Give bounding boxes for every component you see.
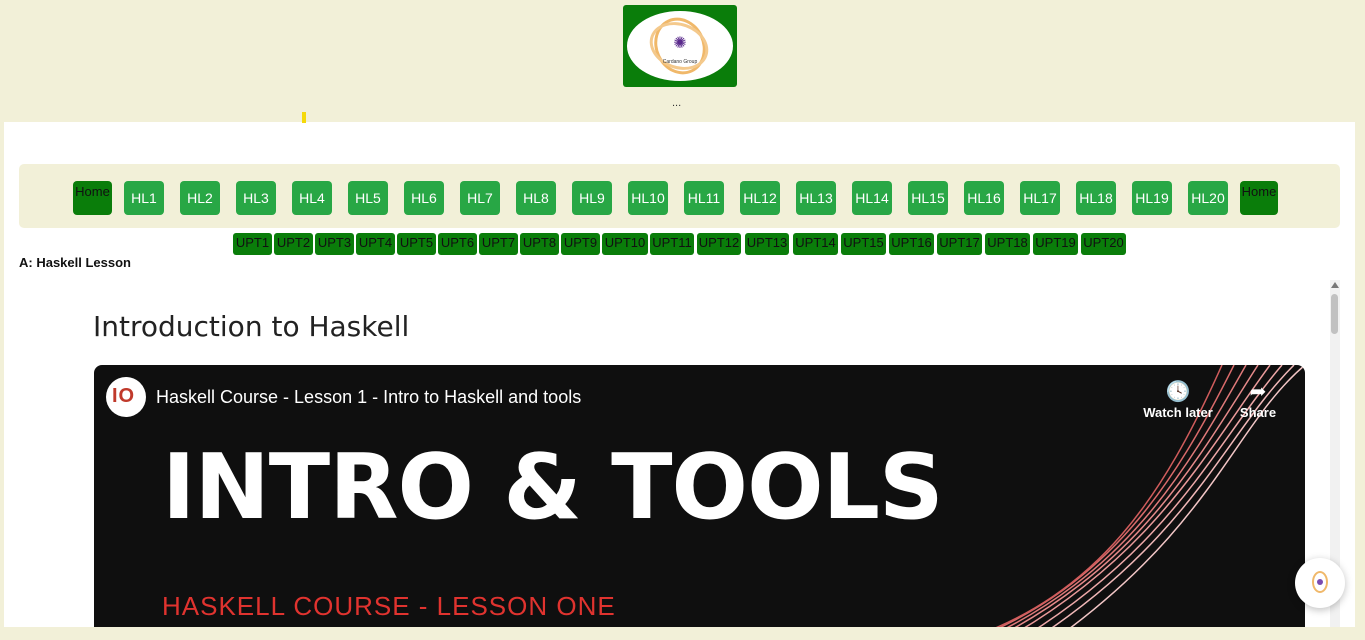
site-header: ✺ Cardano Group ... (4, 0, 1355, 123)
upt5-button[interactable]: UPT5 (397, 233, 436, 255)
upt16-button[interactable]: UPT16 (889, 233, 934, 255)
share-label: Share (1239, 405, 1277, 420)
nav-hl1-button[interactable]: HL1 (124, 181, 164, 215)
video-thumbnail-title: INTRO & TOOLS (162, 435, 944, 540)
nav-hl15-button[interactable]: HL15 (908, 181, 948, 215)
nav-hl13-button[interactable]: HL13 (796, 181, 836, 215)
scroll-up-arrow-icon[interactable] (1331, 282, 1339, 288)
video-player[interactable]: IO Haskell Course - Lesson 1 - Intro to … (94, 365, 1305, 640)
upt20-button[interactable]: UPT20 (1081, 233, 1126, 255)
nav-hl14-button[interactable]: HL14 (852, 181, 892, 215)
clock-icon: 🕓 (1165, 381, 1191, 403)
nav-hl17-button[interactable]: HL17 (1020, 181, 1060, 215)
watch-later-label: Watch later (1143, 405, 1213, 420)
nav-hl5-button[interactable]: HL5 (348, 181, 388, 215)
nav-hl19-button[interactable]: HL19 (1132, 181, 1172, 215)
progress-marker (302, 112, 306, 123)
nav-hl8-button[interactable]: HL8 (516, 181, 556, 215)
nav-hl12-button[interactable]: HL12 (740, 181, 780, 215)
watch-later-button[interactable]: 🕓 Watch later (1138, 379, 1218, 420)
upt19-button[interactable]: UPT19 (1033, 233, 1078, 255)
upt12-button[interactable]: UPT12 (697, 233, 741, 255)
upt8-button[interactable]: UPT8 (520, 233, 559, 255)
upt1-button[interactable]: UPT1 (233, 233, 272, 255)
upt9-button[interactable]: UPT9 (561, 233, 600, 255)
video-title-link[interactable]: Haskell Course - Lesson 1 - Intro to Has… (156, 387, 581, 408)
scroll-thumb[interactable] (1331, 294, 1338, 334)
cardano-icon: ✺ (673, 35, 687, 52)
header-ellipsis: ... (672, 97, 682, 109)
upt7-button[interactable]: UPT7 (479, 233, 518, 255)
section-label: A: Haskell Lesson (19, 255, 131, 270)
lesson-title: Introduction to Haskell (93, 310, 410, 343)
logo-emblem: ✺ Cardano Group (627, 11, 733, 81)
lesson-nav: Home HL1 HL2 HL3 HL4 HL5 HL6 HL7 HL8 HL9… (19, 164, 1340, 228)
upt4-button[interactable]: UPT4 (356, 233, 395, 255)
channel-logo: IO (112, 385, 136, 407)
share-button[interactable]: ➦ Share (1218, 379, 1298, 420)
nav-home-button[interactable]: Home (73, 181, 112, 215)
nav-home-end-button[interactable]: Home (1240, 181, 1278, 215)
bottom-band (0, 627, 1365, 640)
nav-hl2-button[interactable]: HL2 (180, 181, 220, 215)
upt14-button[interactable]: UPT14 (793, 233, 838, 255)
nav-hl16-button[interactable]: HL16 (964, 181, 1004, 215)
nav-hl9-button[interactable]: HL9 (572, 181, 612, 215)
nav-hl7-button[interactable]: HL7 (460, 181, 500, 215)
share-arrow-icon: ➦ (1249, 381, 1267, 403)
upt17-button[interactable]: UPT17 (937, 233, 982, 255)
upt3-button[interactable]: UPT3 (315, 233, 354, 255)
logo-text: Cardano Group (662, 59, 698, 65)
nav-hl6-button[interactable]: HL6 (404, 181, 444, 215)
upt11-button[interactable]: UPT11 (650, 233, 694, 255)
channel-avatar[interactable]: IO (106, 377, 146, 417)
upt15-button[interactable]: UPT15 (841, 233, 886, 255)
upt13-button[interactable]: UPT13 (745, 233, 789, 255)
site-logo[interactable]: ✺ Cardano Group (623, 5, 737, 87)
upt18-button[interactable]: UPT18 (985, 233, 1030, 255)
upt2-button[interactable]: UPT2 (274, 233, 313, 255)
nav-hl10-button[interactable]: HL10 (628, 181, 668, 215)
upt6-button[interactable]: UPT6 (438, 233, 477, 255)
nav-hl11-button[interactable]: HL11 (684, 181, 724, 215)
nav-hl3-button[interactable]: HL3 (236, 181, 276, 215)
chat-widget-button[interactable] (1295, 558, 1345, 608)
nav-hl18-button[interactable]: HL18 (1076, 181, 1116, 215)
nav-hl20-button[interactable]: HL20 (1188, 181, 1228, 215)
video-thumbnail-subtitle: HASKELL COURSE - LESSON ONE (162, 591, 616, 621)
upt10-button[interactable]: UPT10 (602, 233, 648, 255)
nav-hl4-button[interactable]: HL4 (292, 181, 332, 215)
